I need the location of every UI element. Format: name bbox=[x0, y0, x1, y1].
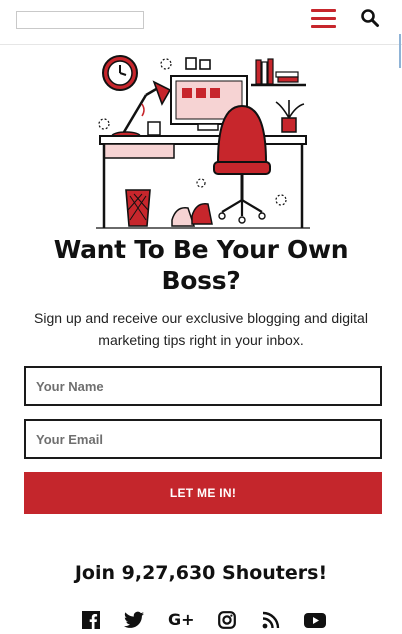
subscriber-count-heading: Join 9,27,630 Shouters! bbox=[74, 562, 328, 584]
twitter-icon[interactable] bbox=[124, 611, 144, 631]
email-input[interactable] bbox=[24, 419, 382, 459]
rss-icon[interactable] bbox=[262, 611, 280, 631]
home-office-desk-illustration bbox=[96, 55, 310, 229]
page-edge-indicator bbox=[399, 34, 401, 68]
search-icon[interactable] bbox=[360, 8, 380, 28]
instagram-icon[interactable] bbox=[218, 611, 236, 631]
top-navigation-bar bbox=[0, 0, 402, 45]
social-links: G+ bbox=[80, 611, 330, 631]
site-logo[interactable] bbox=[16, 11, 144, 29]
facebook-icon[interactable] bbox=[82, 611, 100, 631]
submit-button[interactable]: LET ME IN! bbox=[24, 472, 382, 514]
youtube-icon[interactable] bbox=[304, 611, 326, 631]
hamburger-menu-icon[interactable] bbox=[311, 9, 336, 28]
page-headline: Want To Be Your Own Boss? bbox=[53, 235, 349, 295]
google-plus-icon[interactable]: G+ bbox=[168, 611, 198, 631]
signup-description: Sign up and receive our exclusive bloggi… bbox=[34, 310, 368, 348]
name-input[interactable] bbox=[24, 366, 382, 406]
